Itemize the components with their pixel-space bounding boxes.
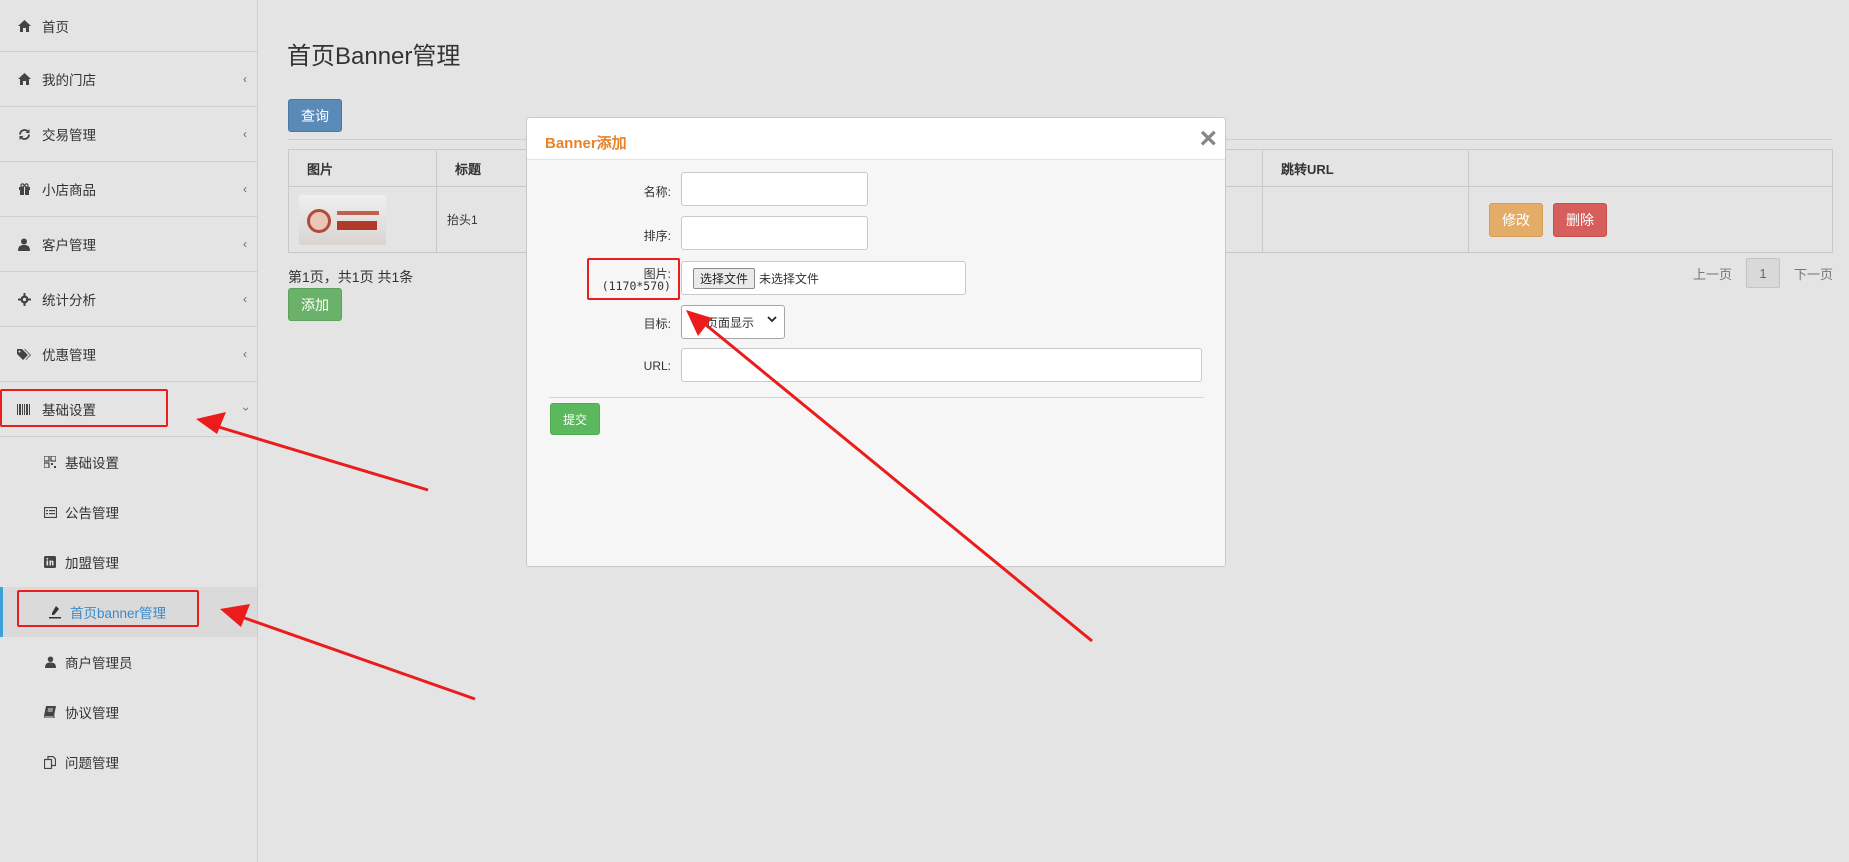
chevron-left-icon: ‹ [243,72,247,86]
submit-button[interactable]: 提交 [550,403,600,435]
sidebar-item-transactions[interactable]: 交易管理 ‹ [0,107,257,162]
sidebar-item-statistics[interactable]: 统计分析 ‹ [0,272,257,327]
prev-page-link[interactable]: 上一页 [1693,264,1732,283]
sidebar-item-label: 客户管理 [42,238,96,253]
file-status: 未选择文件 [759,271,820,286]
sidebar-item-label: 我的门店 [42,73,96,88]
name-label: 名称: [643,185,671,199]
banner-thumbnail-cell [288,186,437,253]
chevron-left-icon: ‹ [243,127,247,141]
target-label: 目标: [643,317,671,331]
barcode-icon [16,401,32,417]
target-select-value: 本页面显示 [694,315,755,330]
banner-add-modal: Banner添加 × 名称: 排序: 图片: (1170*570) 选择文件 未… [526,117,1226,567]
qrcode-icon [43,455,57,469]
target-select[interactable]: 本页面显示 [681,305,785,339]
sidebar-item-label: 商户管理员 [65,656,133,671]
sidebar-subitem-announcements[interactable]: 公告管理 [0,487,257,537]
sidebar-item-label: 协议管理 [65,706,119,721]
sidebar-item-label: 基础设置 [42,403,96,418]
sidebar-subitem-basic-settings[interactable]: 基础设置 [0,437,257,487]
sort-label: 排序: [643,229,671,243]
book-icon [43,705,57,719]
close-icon[interactable]: × [1199,124,1217,154]
url-input[interactable] [681,348,1202,382]
edit-button[interactable]: 修改 [1489,202,1543,237]
gear-icon [16,291,32,307]
column-header-url: 跳转URL [1262,149,1469,187]
copy-icon [43,755,57,769]
sidebar-item-shop-products[interactable]: 小店商品 ‹ [0,162,257,217]
choose-file-button[interactable]: 选择文件 [693,267,756,289]
name-input[interactable] [681,172,868,206]
chevron-left-icon: ‹ [243,347,247,361]
sidebar-subitem-home-banner[interactable]: 首页banner管理 [0,587,257,637]
sidebar-item-label: 优惠管理 [42,348,96,363]
home-icon [16,71,32,87]
refresh-icon [16,126,32,142]
tags-icon [16,346,32,362]
sidebar-item-home[interactable]: 首页 [0,0,257,52]
sidebar-item-label: 加盟管理 [65,556,119,571]
sidebar-subitem-franchise[interactable]: 加盟管理 [0,537,257,587]
column-header-image: 图片 [288,149,437,187]
sort-input[interactable] [681,216,868,250]
sidebar-item-label: 统计分析 [42,293,96,308]
home-icon [16,18,32,34]
user-icon [16,236,32,252]
chevron-left-icon: ‹ [243,182,247,196]
sidebar-item-label: 交易管理 [42,128,96,143]
sidebar-item-customers[interactable]: 客户管理 ‹ [0,217,257,272]
sidebar-subitem-agreements[interactable]: 协议管理 [0,687,257,737]
chevron-left-icon: ‹ [243,292,247,306]
sidebar-item-label: 基础设置 [65,456,119,471]
sidebar-item-label: 公告管理 [65,506,119,521]
sidebar-item-basic-settings[interactable]: 基础设置 ‹ [0,382,257,437]
delete-button[interactable]: 删除 [1553,202,1607,237]
sidebar-item-promotions[interactable]: 优惠管理 ‹ [0,327,257,382]
add-button[interactable]: 添加 [288,288,342,321]
linkedin-icon [43,555,57,569]
sidebar-subitem-merchant-admin[interactable]: 商户管理员 [0,637,257,687]
banner-thumbnail [299,194,386,245]
url-label: URL: [643,359,671,373]
sidebar-item-label: 问题管理 [65,756,119,771]
sidebar-item-label: 小店商品 [42,183,96,198]
modal-header: Banner添加 × [527,118,1225,160]
pagination: 上一页 1 下一页 [1693,258,1833,288]
column-header-actions [1468,149,1833,187]
file-input[interactable]: 选择文件 未选择文件 [681,261,966,295]
actions-cell: 修改 删除 [1468,186,1833,253]
banner-url-cell [1262,186,1469,253]
image-size-hint: (1170*570) [601,279,671,293]
sidebar-item-label: 首页banner管理 [70,606,167,621]
chevron-down-icon [767,315,777,326]
query-button[interactable]: 查询 [288,99,342,132]
sidebar-item-label: 首页 [42,19,69,35]
sidebar-subitem-questions[interactable]: 问题管理 [0,737,257,787]
modal-divider [549,397,1204,398]
next-page-link[interactable]: 下一页 [1794,264,1833,283]
user-icon [43,655,57,669]
gift-icon [16,181,32,197]
page-title: 首页Banner管理 [287,43,461,70]
chevron-left-icon: ‹ [243,237,247,251]
sidebar-item-my-store[interactable]: 我的门店 ‹ [0,52,257,107]
sidebar: 首页 我的门店 ‹ 交易管理 ‹ 小店商品 ‹ 客户管理 ‹ 统计分析 ‹ 优惠… [0,0,258,862]
chevron-down-icon: ‹ [238,407,252,411]
list-alt-icon [43,505,57,519]
page-number[interactable]: 1 [1745,258,1780,288]
modal-title: Banner添加 [545,135,627,152]
pagination-info: 第1页，共1页 共1条 [288,269,414,285]
tint-icon [48,605,62,619]
